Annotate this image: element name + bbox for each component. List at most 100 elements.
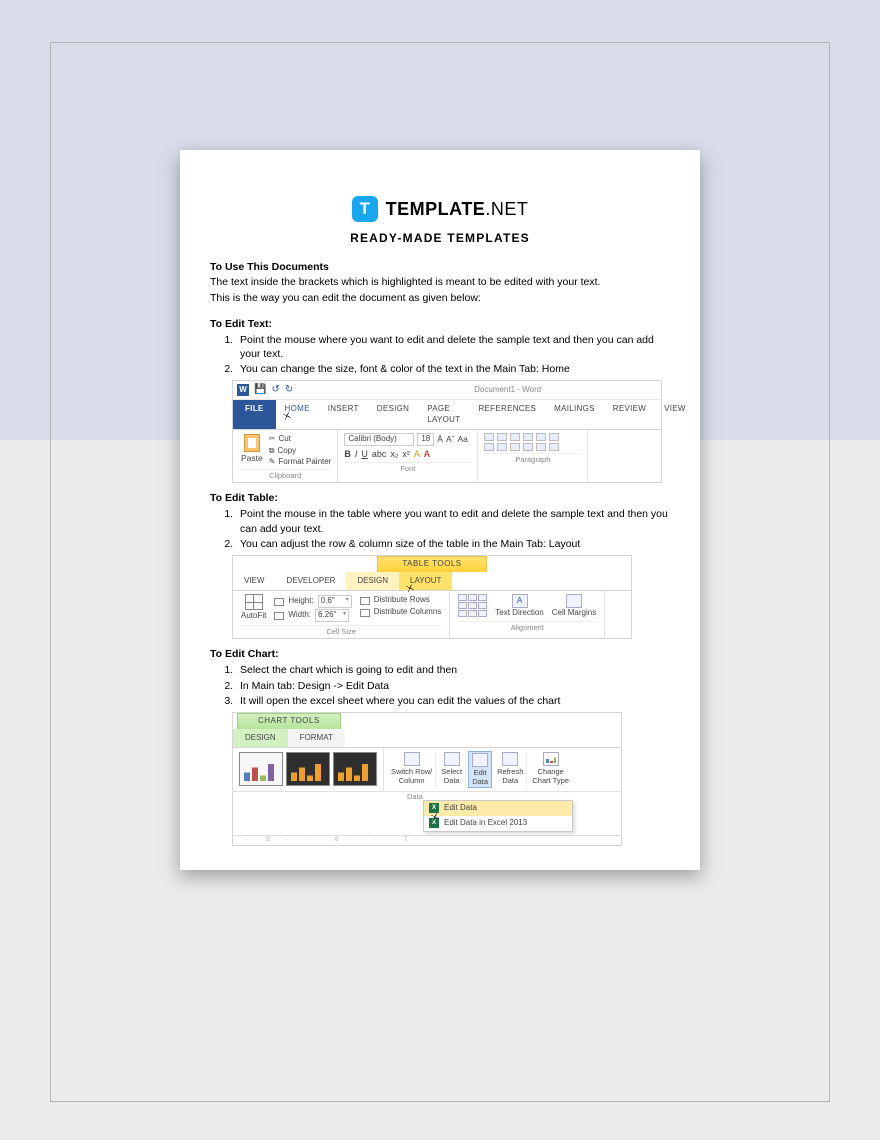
edit-chart-list: Select the chart which is going to edit … [236, 663, 670, 708]
switch-row-column-button[interactable]: Switch Row/ Column [388, 751, 436, 788]
distribute-rows-icon [360, 597, 370, 605]
tab-developer[interactable]: DEVELOPER [275, 572, 346, 591]
change-chart-type-button[interactable]: Change Chart Type [529, 751, 572, 788]
list-item: Point the mouse in the table where you w… [236, 507, 670, 535]
grow-font-icon[interactable]: Â [437, 434, 443, 445]
underline-button[interactable]: U [361, 448, 368, 460]
height-label: Height: [288, 596, 313, 607]
copy-icon: ⧉ [269, 445, 275, 456]
change-chart-type-icon [543, 752, 559, 766]
edit-data-dropdown: XEdit Data XEdit Data in Excel 2013 [423, 800, 573, 832]
ribbon-tabs: FILE HOME INSERT DESIGN PAGE LAYOUT REFE… [233, 400, 661, 431]
brand-logo-icon: T [352, 196, 378, 222]
text-direction-button[interactable]: A Text Direction [495, 594, 543, 619]
subscript-button[interactable]: x₂ [390, 448, 398, 460]
autofit-icon [245, 594, 263, 610]
justify-icon[interactable] [523, 443, 533, 451]
decrease-indent-icon[interactable] [523, 433, 533, 441]
line-spacing-icon[interactable] [536, 443, 546, 451]
redo-icon[interactable]: ↻ [285, 383, 293, 397]
tab-references[interactable]: REFERENCES [469, 400, 545, 430]
tab-page-layout[interactable]: PAGE LAYOUT [418, 400, 469, 430]
distribute-columns-label: Distribute Columns [374, 607, 442, 618]
edit-data-label: Edit Data [472, 769, 488, 786]
paste-button[interactable]: Paste [239, 433, 265, 465]
tab-chart-format[interactable]: FORMAT [288, 729, 345, 748]
edit-data-icon [472, 753, 488, 767]
edit-data-button[interactable]: Edit Data [468, 751, 492, 788]
sort-icon[interactable] [549, 433, 559, 441]
brand-name-suffix: .NET [485, 199, 528, 219]
quick-access-toolbar: W 💾 ↺ ↻ Document1 - Word [233, 381, 661, 400]
clipboard-group-label: Clipboard [239, 469, 331, 481]
edit-data-menu-item[interactable]: XEdit Data [424, 801, 572, 816]
edit-chart-heading: To Edit Chart: [210, 647, 670, 661]
distribute-rows-button[interactable]: Distribute Rows [360, 595, 442, 606]
edit-data-excel-menu-item[interactable]: XEdit Data in Excel 2013 [424, 816, 572, 831]
increase-indent-icon[interactable] [536, 433, 546, 441]
chart-style-thumb[interactable] [286, 752, 330, 786]
chart-style-thumb[interactable] [239, 752, 283, 786]
bold-button[interactable]: B [344, 448, 351, 460]
paste-label: Paste [241, 453, 263, 464]
chart-tools-screenshot: CHART TOOLS DESIGN FORMAT Switch Row/ Co… [232, 712, 622, 846]
autofit-group: AutoFit Height:0.6" Width:6.26" Distribu… [233, 591, 450, 638]
align-right-icon[interactable] [510, 443, 520, 451]
font-name-select[interactable]: Calibri (Body) [344, 433, 414, 446]
align-center-icon[interactable] [497, 443, 507, 451]
strike-button[interactable]: abc [372, 448, 387, 460]
tab-table-design[interactable]: DESIGN [346, 572, 399, 591]
refresh-data-label: Refresh Data [497, 768, 523, 785]
cell-margins-button[interactable]: Cell Margins [552, 594, 596, 619]
tab-design[interactable]: DESIGN [368, 400, 418, 430]
edit-data-excel-menu-label: Edit Data in Excel 2013 [444, 818, 527, 829]
refresh-data-icon [502, 752, 518, 766]
height-input[interactable]: 0.6" [318, 595, 352, 608]
tab-chart-design[interactable]: DESIGN [233, 729, 288, 748]
list-item: Point the mouse where you want to edit a… [236, 333, 670, 361]
font-size-select[interactable]: 18 [417, 433, 434, 446]
alignment-grid[interactable] [458, 594, 487, 617]
refresh-data-button[interactable]: Refresh Data [494, 751, 527, 788]
save-icon[interactable]: 💾 [254, 383, 266, 397]
brand-row: T TEMPLATE.NET [210, 196, 670, 222]
numbering-icon[interactable] [497, 433, 507, 441]
cell-size-group-label: Cell Size [241, 625, 441, 637]
copy-button[interactable]: ⧉Copy [269, 445, 332, 456]
clipboard-group: Paste ✂Cut ⧉Copy ✎Format Painter Clipboa… [233, 430, 338, 482]
chart-style-thumb[interactable] [333, 752, 377, 786]
font-color-button[interactable]: A [424, 448, 430, 460]
tab-file[interactable]: FILE [233, 400, 276, 430]
multilevel-icon[interactable] [510, 433, 520, 441]
autofit-button[interactable]: AutoFit [241, 594, 266, 623]
alignment-group: A Text Direction Cell Margins Alignment [450, 591, 605, 638]
tab-view[interactable]: VIEW [655, 400, 695, 430]
switch-label: Switch Row/ Column [391, 768, 432, 785]
tab-mailings[interactable]: MAILINGS [545, 400, 604, 430]
text-highlight-button[interactable]: A [414, 448, 420, 460]
bullets-icon[interactable] [484, 433, 494, 441]
undo-icon[interactable]: ↺ [271, 383, 279, 397]
chart-style-gallery[interactable] [233, 748, 384, 791]
cut-button[interactable]: ✂Cut [269, 433, 332, 444]
tab-table-layout[interactable]: LAYOUT [399, 572, 452, 591]
format-painter-button[interactable]: ✎Format Painter [269, 456, 332, 467]
shrink-font-icon[interactable]: Aˇ [446, 434, 455, 445]
tab-view[interactable]: VIEW [233, 572, 275, 591]
chart-tools-badge: CHART TOOLS [237, 713, 341, 729]
copy-label: Copy [277, 445, 296, 456]
edit-table-list: Point the mouse in the table where you w… [236, 507, 670, 551]
align-left-icon[interactable] [484, 443, 494, 451]
distribute-columns-button[interactable]: Distribute Columns [360, 607, 442, 618]
select-data-button[interactable]: Select Data [438, 751, 466, 788]
tab-review[interactable]: REVIEW [604, 400, 655, 430]
change-case-icon[interactable]: Aa [457, 434, 467, 445]
shading-icon[interactable] [549, 443, 559, 451]
italic-button[interactable]: I [355, 448, 358, 460]
tab-insert[interactable]: INSERT [319, 400, 368, 430]
list-item: You can change the size, font & color of… [236, 362, 670, 376]
superscript-button[interactable]: x² [402, 448, 410, 460]
width-input[interactable]: 6.26" [315, 609, 349, 622]
tab-home[interactable]: HOME [276, 400, 319, 430]
edit-text-heading: To Edit Text: [210, 317, 670, 331]
